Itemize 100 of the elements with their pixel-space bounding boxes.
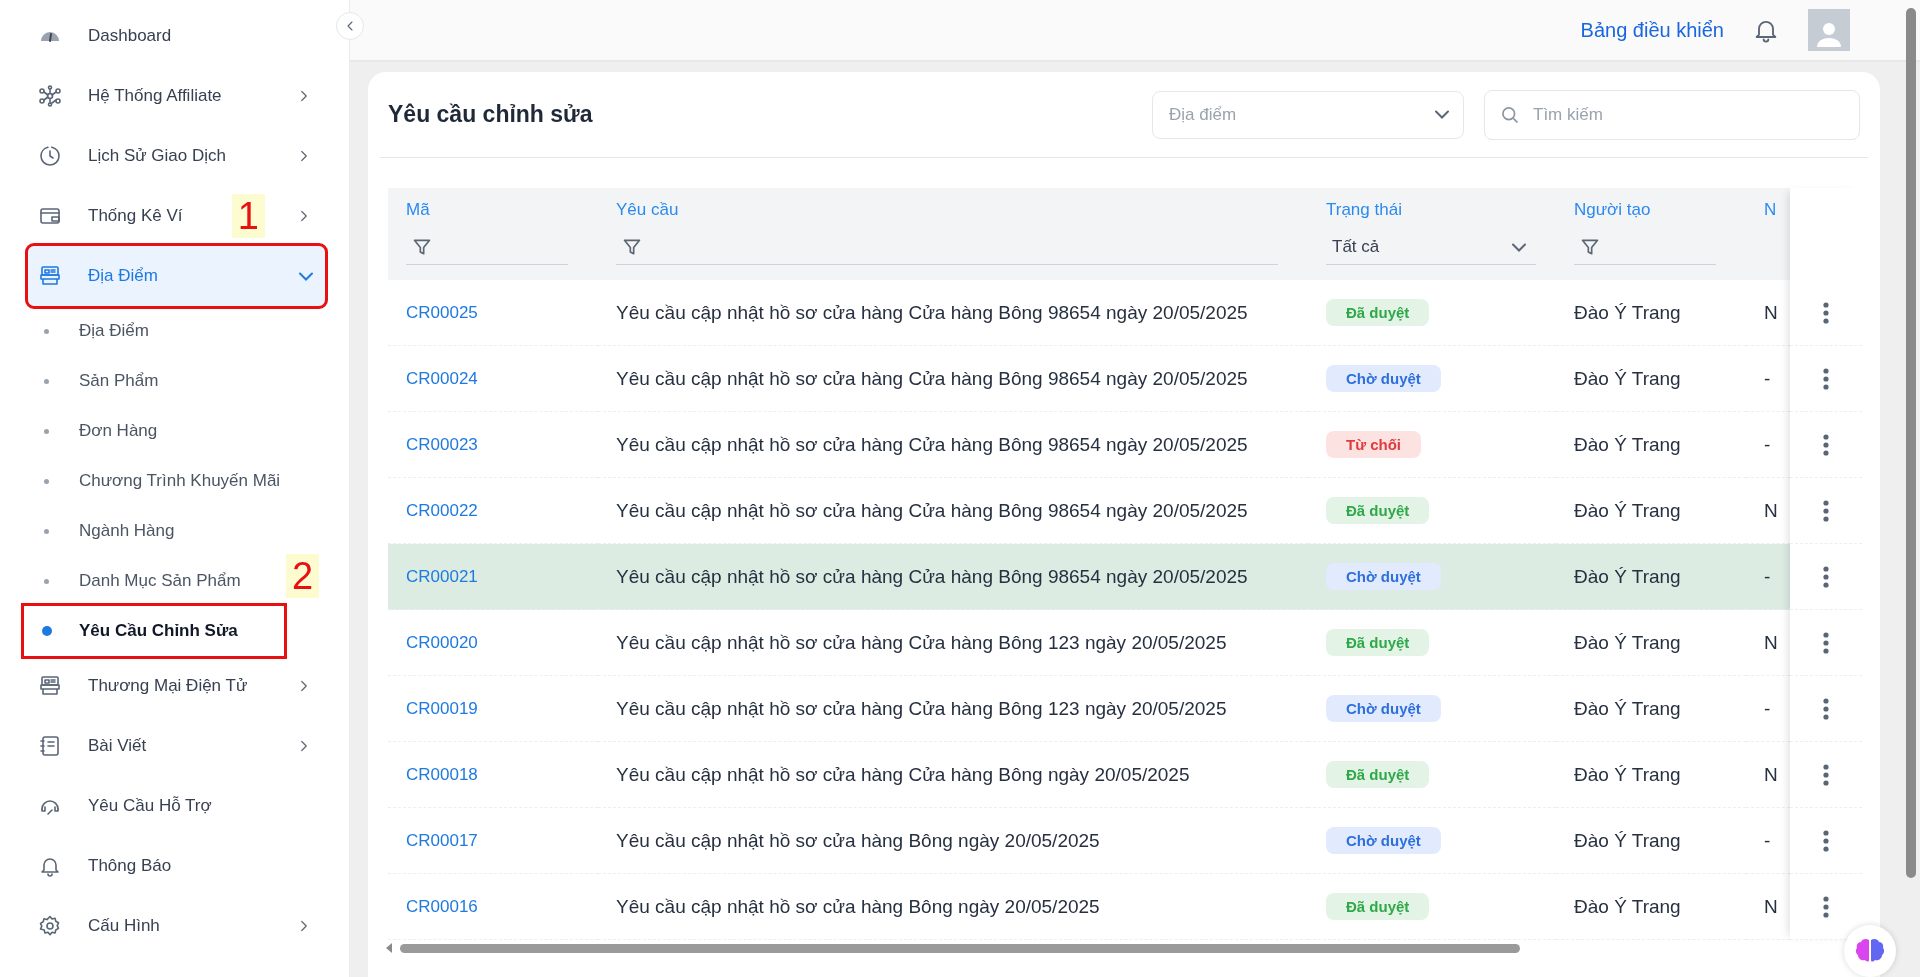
status-badge: Chờ duyệt [1326, 563, 1441, 590]
sidebar-subitem[interactable]: Đơn Hàng [24, 406, 284, 456]
more-vertical-icon [1822, 564, 1830, 589]
more-button[interactable] [1822, 432, 1830, 457]
request-code-link[interactable]: CR00018 [406, 764, 478, 785]
chevron-down-icon [299, 271, 313, 281]
status-filter-select[interactable]: Tất cả [1326, 230, 1536, 265]
notebook-icon [38, 734, 62, 758]
sidebar-item[interactable]: Hệ Thống Affiliate [28, 66, 325, 126]
column-title[interactable]: Mã [406, 200, 598, 220]
sidebar-item[interactable]: Địa Điểm [28, 246, 325, 306]
request-code-link[interactable]: CR00019 [406, 698, 478, 719]
more-button[interactable] [1822, 696, 1830, 721]
column-title[interactable]: Người tạo [1574, 200, 1746, 220]
sidebar-subitem[interactable]: Sản Phẩm [24, 356, 284, 406]
status-badge: Chờ duyệt [1326, 695, 1441, 722]
more-button[interactable] [1822, 564, 1830, 589]
sidebar-subitem[interactable]: Chương Trình Khuyến Mãi [24, 456, 284, 506]
dashboard-link[interactable]: Bảng điều khiển [1580, 18, 1724, 42]
request-code-link[interactable]: CR00020 [406, 632, 478, 653]
more-vertical-icon [1822, 762, 1830, 787]
sidebar-subitem[interactable]: Yêu Cầu Chỉnh Sửa [24, 606, 284, 656]
settings-icon [38, 914, 62, 938]
request-cell: Yêu cầu cập nhật hồ sơ cửa hàng Cửa hàng Bông 98654 ngày 20/05/2025 [598, 346, 1308, 412]
creator-cell: Đào Ý Trang [1556, 676, 1746, 742]
more-button[interactable] [1822, 366, 1830, 391]
more-button[interactable] [1822, 828, 1830, 853]
column-title[interactable]: N [1764, 200, 1790, 220]
sidebar-subitem[interactable]: Ngành Hàng [24, 506, 284, 556]
sidebar-item[interactable]: Thương Mại Điện Tử [28, 656, 325, 716]
request-code-link[interactable]: CR00025 [406, 302, 478, 323]
status-badge: Chờ duyệt [1326, 365, 1441, 392]
column-title[interactable]: Yêu cầu [616, 200, 1308, 220]
request-cell: Yêu cầu cập nhật hồ sơ cửa hàng Cửa hàng Bông 98654 ngày 20/05/2025 [598, 544, 1308, 610]
more-button[interactable] [1822, 894, 1830, 919]
more-vertical-icon [1822, 366, 1830, 391]
creator-cell: Đào Ý Trang [1556, 544, 1746, 610]
filter-icon[interactable] [622, 237, 642, 257]
table-cell: - [1746, 544, 1790, 610]
more-button[interactable] [1822, 762, 1830, 787]
creator-cell: Đào Ý Trang [1556, 808, 1746, 874]
sidebar-item[interactable]: Cấu Hình [28, 896, 325, 956]
creator-cell: Đào Ý Trang [1556, 280, 1746, 346]
more-vertical-icon [1822, 498, 1830, 523]
chevron-down-icon [1435, 110, 1449, 119]
request-cell: Yêu cầu cập nhật hồ sơ cửa hàng Bông ngày 20/05/2025 [598, 874, 1308, 940]
status-badge: Đã duyệt [1326, 629, 1430, 656]
status-badge: Đã duyệt [1326, 497, 1430, 524]
network-icon [38, 84, 62, 108]
request-code-link[interactable]: CR00022 [406, 500, 478, 521]
request-cell: Yêu cầu cập nhật hồ sơ cửa hàng Cửa hàng Bông ngày 20/05/2025 [598, 742, 1308, 808]
scroll-left-arrow-icon[interactable] [384, 942, 394, 954]
more-button[interactable] [1822, 630, 1830, 655]
request-cell: Yêu cầu cập nhật hồ sơ cửa hàng Cửa hàng Bông 123 ngày 20/05/2025 [598, 676, 1308, 742]
annotation-number: 2 [286, 554, 320, 598]
location-select[interactable]: Địa điểm [1152, 90, 1464, 139]
request-code-link[interactable]: CR00021 [406, 566, 478, 587]
more-vertical-icon [1822, 894, 1830, 919]
more-vertical-icon [1822, 828, 1830, 853]
sidebar-item[interactable]: Bài Viết [28, 716, 325, 776]
more-vertical-icon [1822, 696, 1830, 721]
status-badge: Đã duyệt [1326, 893, 1430, 920]
request-cell: Yêu cầu cập nhật hồ sơ cửa hàng Cửa hàng Bông 98654 ngày 20/05/2025 [598, 280, 1308, 346]
status-badge: Đã duyệt [1326, 761, 1430, 788]
sidebar-item[interactable]: Yêu Cầu Hỗ Trợ [28, 776, 325, 836]
request-cell: Yêu cầu cập nhật hồ sơ cửa hàng Cửa hàng Bông 123 ngày 20/05/2025 [598, 610, 1308, 676]
store-icon [38, 674, 62, 698]
annotation-number: 1 [231, 194, 265, 238]
filter-icon[interactable] [1580, 237, 1600, 257]
status-badge: Chờ duyệt [1326, 827, 1441, 854]
filter-icon[interactable] [412, 237, 432, 257]
more-vertical-icon [1822, 630, 1830, 655]
status-badge: Đã duyệt [1326, 299, 1430, 326]
chevron-down-icon [1512, 242, 1526, 252]
status-badge: Từ chối [1326, 431, 1422, 458]
more-button[interactable] [1822, 498, 1830, 523]
more-vertical-icon [1822, 432, 1830, 457]
sidebar-item[interactable]: Lịch Sử Giao Dịch [28, 126, 325, 186]
creator-cell: Đào Ý Trang [1556, 874, 1746, 940]
page-title: Yêu cầu chỉnh sửa [388, 101, 594, 128]
more-button[interactable] [1822, 300, 1830, 325]
creator-cell: Đào Ý Trang [1556, 742, 1746, 808]
column-title[interactable]: Trạng thái [1326, 200, 1556, 220]
request-code-link[interactable]: CR00016 [406, 896, 478, 917]
search-field[interactable]: Tìm kiếm [1484, 89, 1860, 140]
request-cell: Yêu cầu cập nhật hồ sơ cửa hàng Cửa hàng Bông 98654 ngày 20/05/2025 [598, 412, 1308, 478]
creator-cell: Đào Ý Trang [1556, 412, 1746, 478]
sidebar-item[interactable]: Thông Báo [28, 836, 325, 896]
request-code-link[interactable]: CR00023 [406, 434, 478, 455]
creator-cell: Đào Ý Trang [1556, 610, 1746, 676]
sidebar-item[interactable]: Dashboard [28, 6, 325, 66]
vertical-scrollbar[interactable] [1906, 8, 1916, 878]
request-cell: Yêu cầu cập nhật hồ sơ cửa hàng Bông ngày 20/05/2025 [598, 808, 1308, 874]
store-icon [38, 264, 62, 288]
request-code-link[interactable]: CR00024 [406, 368, 478, 389]
creator-cell: Đào Ý Trang [1556, 346, 1746, 412]
search-icon [1500, 104, 1520, 125]
sidebar-item[interactable]: Thống Kê Ví 1 [28, 186, 325, 246]
sidebar-subitem[interactable]: Địa Điểm [24, 306, 284, 356]
request-code-link[interactable]: CR00017 [406, 830, 478, 851]
